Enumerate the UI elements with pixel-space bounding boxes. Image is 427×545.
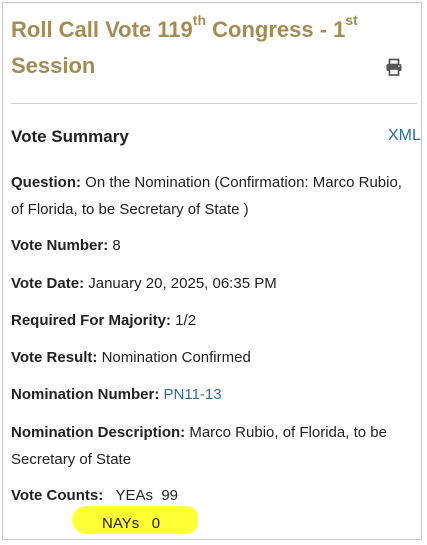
question-label: Question: xyxy=(11,174,81,191)
required-majority-label: Required For Majority: xyxy=(11,312,172,329)
nomination-number-link[interactable]: PN11-13 xyxy=(164,386,222,403)
yeas-label: YEAs xyxy=(115,487,153,504)
nomination-number-label: Nomination Number: xyxy=(11,386,160,403)
vote-summary-heading: Vote Summary xyxy=(11,127,129,146)
required-majority-value: 1/2 xyxy=(171,312,197,329)
title-prefix: Roll Call Vote 119 xyxy=(11,17,193,42)
vote-result-label: Vote Result: xyxy=(11,349,98,366)
nomination-number-field: Nomination Number: PN11-13 xyxy=(11,381,411,408)
nays-value: 0 xyxy=(151,515,161,532)
vote-result-field: Vote Result: Nomination Confirmed xyxy=(11,344,411,371)
session-ordinal-suffix: st xyxy=(345,11,358,28)
nays-label: NAYs xyxy=(102,515,140,532)
vote-number-label: Vote Number: xyxy=(11,237,109,254)
question-field: Question: On the Nomination (Confirmatio… xyxy=(11,169,411,223)
vote-number-value: 8 xyxy=(108,237,121,254)
nomination-description-field: Nomination Description: Marco Rubio, of … xyxy=(11,419,411,473)
title-session: Session xyxy=(11,53,96,78)
required-majority-field: Required For Majority: 1/2 xyxy=(11,307,411,334)
vote-date-field: Vote Date: January 20, 2025, 06:35 PM xyxy=(11,270,411,297)
nomination-description-label: Nomination Description: xyxy=(11,424,186,441)
header-divider xyxy=(11,103,417,104)
vote-counts-label: Vote Counts: xyxy=(11,487,104,504)
title-middle: Congress - 1 xyxy=(206,17,346,42)
vote-counts-field: Vote Counts: YEAs 99 xyxy=(11,482,411,509)
yeas-value: 99 xyxy=(161,487,178,504)
page-title: Roll Call Vote 119th Congress - 1st Sessi… xyxy=(11,12,366,84)
title-ordinal-suffix: th xyxy=(192,11,206,28)
vote-date-label: Vote Date: xyxy=(11,275,85,292)
vote-date-value: January 20, 2025, 06:35 PM xyxy=(84,275,277,292)
print-icon[interactable] xyxy=(385,58,403,76)
vote-result-value: Nomination Confirmed xyxy=(97,349,251,366)
vote-number-field: Vote Number: 8 xyxy=(11,232,411,259)
nays-count: NAYs 0 xyxy=(102,510,160,537)
xml-link[interactable]: XML xyxy=(388,127,421,145)
